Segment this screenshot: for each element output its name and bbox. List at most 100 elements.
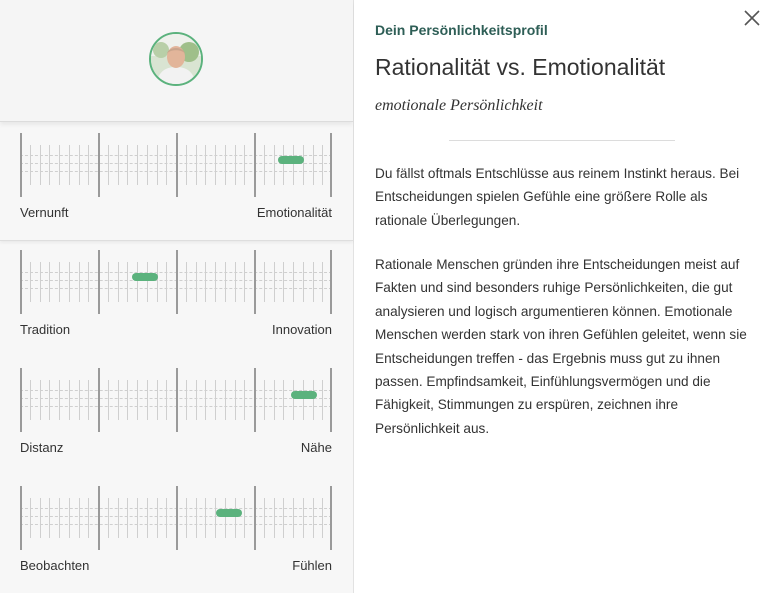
ruler-minor-tick <box>264 145 265 185</box>
scale-marker[interactable] <box>216 509 242 517</box>
ruler-minor-tick <box>88 380 89 420</box>
ruler-minor-tick <box>79 145 80 185</box>
scale-right-label: Emotionalität <box>256 205 332 220</box>
close-icon <box>744 10 760 26</box>
ruler-minor-tick <box>215 262 216 302</box>
ruler-minor-tick <box>196 380 197 420</box>
ruler-minor-tick <box>49 498 50 538</box>
ruler-minor-tick <box>166 145 167 185</box>
ruler-minor-tick <box>264 262 265 302</box>
ruler-minor-tick <box>40 262 41 302</box>
ruler-minor-tick <box>283 380 284 420</box>
scale-tradition[interactable]: Tradition Innovation <box>0 240 353 357</box>
scale-marker[interactable] <box>278 156 304 164</box>
ruler-minor-tick <box>108 145 109 185</box>
ruler-minor-tick <box>303 145 304 185</box>
ruler-minor-tick <box>166 262 167 302</box>
ruler-minor-tick <box>205 262 206 302</box>
ruler-minor-tick <box>49 145 50 185</box>
ruler-major-tick <box>330 250 332 314</box>
ruler-minor-tick <box>186 498 187 538</box>
ruler-minor-tick <box>313 498 314 538</box>
ruler-minor-tick <box>235 498 236 538</box>
ruler-major-tick <box>98 250 100 314</box>
ruler-minor-tick <box>322 380 323 420</box>
scale-left-label: Beobachten <box>20 558 90 573</box>
ruler-minor-tick <box>235 145 236 185</box>
ruler-minor-tick <box>69 380 70 420</box>
scale-ruler <box>20 133 332 197</box>
ruler-minor-tick <box>79 498 80 538</box>
ruler-minor-tick <box>127 380 128 420</box>
ruler-minor-tick <box>313 145 314 185</box>
ruler-major-tick <box>254 368 256 432</box>
ruler-minor-tick <box>293 498 294 538</box>
ruler-major-tick <box>98 368 100 432</box>
scale-left-label: Tradition <box>20 322 71 337</box>
ruler-minor-tick <box>69 145 70 185</box>
scale-marker[interactable] <box>291 391 317 399</box>
divider <box>449 140 675 141</box>
scale-beobachten[interactable]: Beobachten Fühlen <box>0 476 353 593</box>
avatar <box>149 32 203 86</box>
ruler-minor-tick <box>118 145 119 185</box>
ruler-minor-tick <box>303 498 304 538</box>
ruler-minor-tick <box>30 380 31 420</box>
scale-left-label: Distanz <box>20 440 64 455</box>
ruler-minor-tick <box>30 145 31 185</box>
ruler-minor-tick <box>127 262 128 302</box>
ruler-minor-tick <box>215 498 216 538</box>
ruler-major-tick <box>20 133 22 197</box>
ruler-minor-tick <box>88 262 89 302</box>
ruler-minor-tick <box>186 380 187 420</box>
ruler-minor-tick <box>137 262 138 302</box>
ruler-minor-tick <box>274 380 275 420</box>
profile-eyebrow: Dein Persönlichkeitsprofil <box>375 22 548 38</box>
ruler-minor-tick <box>322 262 323 302</box>
ruler-major-tick <box>98 133 100 197</box>
ruler-minor-tick <box>205 145 206 185</box>
ruler-minor-tick <box>59 498 60 538</box>
ruler-minor-tick <box>69 498 70 538</box>
ruler-major-tick <box>98 486 100 550</box>
ruler-minor-tick <box>166 380 167 420</box>
ruler-minor-tick <box>118 380 119 420</box>
avatar-header <box>0 0 353 122</box>
ruler-major-tick <box>176 133 178 197</box>
ruler-minor-tick <box>59 380 60 420</box>
scale-distanz[interactable]: Distanz Nähe <box>0 358 353 475</box>
description-paragraph: Du fällst oftmals Entschlüsse aus reinem… <box>375 166 740 228</box>
ruler-minor-tick <box>137 145 138 185</box>
ruler-minor-tick <box>40 380 41 420</box>
ruler-minor-tick <box>244 145 245 185</box>
ruler-minor-tick <box>235 380 236 420</box>
ruler-minor-tick <box>157 145 158 185</box>
ruler-minor-tick <box>127 498 128 538</box>
scale-rationalitaet[interactable]: Vernunft Emotionalität <box>0 123 353 241</box>
ruler-minor-tick <box>225 262 226 302</box>
ruler-minor-tick <box>303 262 304 302</box>
close-button[interactable] <box>742 8 762 28</box>
ruler-minor-tick <box>244 498 245 538</box>
page-title: Rationalität vs. Emotionalität <box>375 54 666 80</box>
ruler-minor-tick <box>196 498 197 538</box>
ruler-minor-tick <box>205 498 206 538</box>
ruler-minor-tick <box>225 145 226 185</box>
ruler-minor-tick <box>283 262 284 302</box>
ruler-minor-tick <box>137 380 138 420</box>
ruler-minor-tick <box>79 262 80 302</box>
ruler-minor-tick <box>166 498 167 538</box>
ruler-minor-tick <box>30 262 31 302</box>
ruler-major-tick <box>254 250 256 314</box>
ruler-minor-tick <box>225 498 226 538</box>
ruler-minor-tick <box>293 145 294 185</box>
ruler-minor-tick <box>108 498 109 538</box>
ruler-minor-tick <box>88 145 89 185</box>
scale-right-label: Fühlen <box>292 558 332 573</box>
scale-marker[interactable] <box>132 273 158 281</box>
ruler-minor-tick <box>274 498 275 538</box>
ruler-minor-tick <box>225 380 226 420</box>
ruler-minor-tick <box>313 262 314 302</box>
ruler-minor-tick <box>59 262 60 302</box>
ruler-major-tick <box>176 486 178 550</box>
